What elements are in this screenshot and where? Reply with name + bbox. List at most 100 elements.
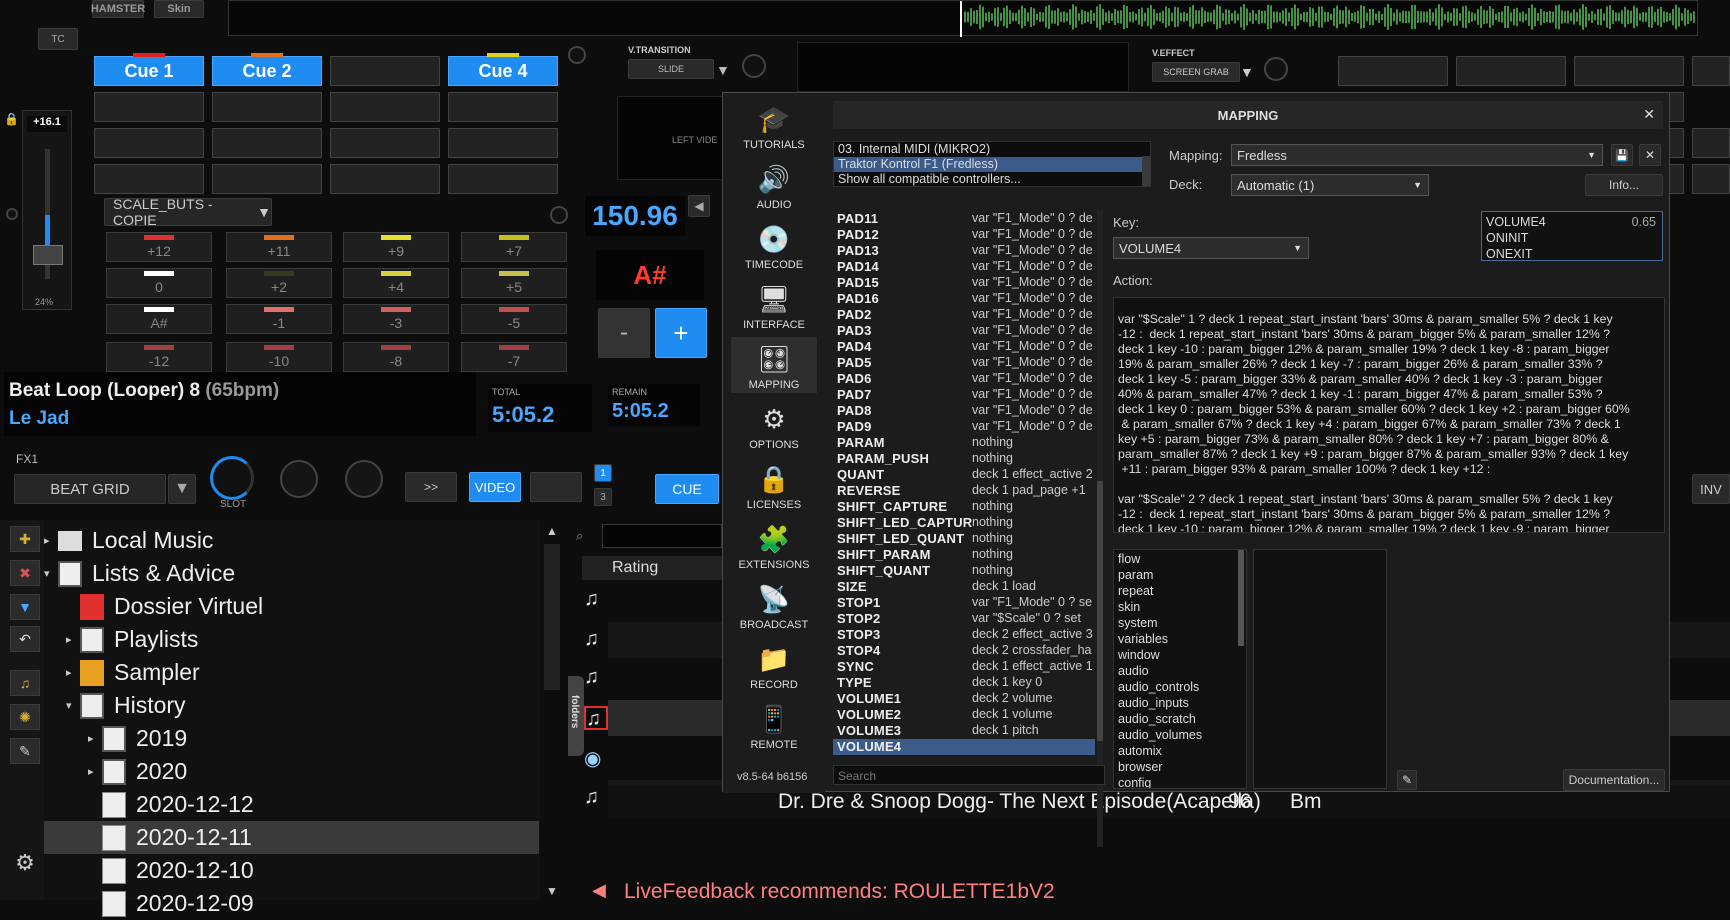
- tree-item[interactable]: Dossier Virtuel: [44, 590, 539, 623]
- key-row[interactable]: PAD5 var "F1_Mode" 0 ? de: [833, 355, 1095, 371]
- tree-item[interactable]: ▸ 2020: [44, 755, 539, 788]
- cue-1-button[interactable]: Cue 1: [94, 53, 204, 86]
- key-list-scroll-thumb[interactable]: [1097, 481, 1103, 741]
- action-editor[interactable]: var "$Scale" 1 ? deck 1 repeat_start_ins…: [1113, 297, 1665, 533]
- cue-knob[interactable]: [568, 46, 586, 64]
- key-pad-13[interactable]: -12: [106, 342, 212, 372]
- filter-folder-icon[interactable]: ▼: [10, 594, 40, 620]
- key-row[interactable]: QUANT deck 1 effect_active 2: [833, 467, 1095, 483]
- pad-3-1[interactable]: [94, 164, 204, 194]
- pad-2-1[interactable]: [94, 128, 204, 158]
- bpm-left-arrow[interactable]: ◀: [688, 195, 710, 217]
- key-row[interactable]: SHIFT_CAPTURE nothing: [833, 499, 1095, 515]
- device-scrollbar[interactable]: [1142, 156, 1150, 186]
- key-pad-7[interactable]: +4: [343, 268, 449, 298]
- category-scrollbar[interactable]: [1238, 550, 1244, 646]
- pad-3-3[interactable]: [330, 164, 440, 194]
- inv-button[interactable]: INV: [1692, 474, 1730, 504]
- info-button[interactable]: Info...: [1585, 174, 1663, 196]
- device-item[interactable]: 03. Internal MIDI (MIKRO2): [834, 142, 1150, 157]
- category-item[interactable]: repeat: [1114, 584, 1246, 600]
- tree-item[interactable]: ▸ 2019: [44, 722, 539, 755]
- lock-icon[interactable]: 🔒: [4, 112, 19, 126]
- tree-expand-icon[interactable]: ▸: [66, 666, 80, 679]
- key-pad-1[interactable]: +12: [106, 232, 212, 262]
- delete-icon[interactable]: ✕: [1639, 144, 1661, 166]
- key-row[interactable]: PAD13 var "F1_Mode" 0 ? de: [833, 243, 1095, 259]
- key-row[interactable]: PAD12 var "F1_Mode" 0 ? de: [833, 227, 1095, 243]
- dialog-close-icon[interactable]: ✕: [1643, 106, 1655, 123]
- search-icon[interactable]: ⌕: [576, 528, 583, 544]
- tree-expand-icon[interactable]: ▸: [88, 765, 102, 778]
- cue-4-button[interactable]: Cue 4: [448, 53, 558, 86]
- hamster-button[interactable]: HAMSTER: [91, 0, 145, 18]
- back-icon[interactable]: ↶: [10, 626, 40, 652]
- key-row[interactable]: PAD7 var "F1_Mode" 0 ? de: [833, 387, 1095, 403]
- pad-2-4[interactable]: [448, 128, 558, 158]
- nav-mapping[interactable]: 🎛 MAPPING: [731, 337, 817, 393]
- tc-button[interactable]: TC: [38, 28, 78, 50]
- fx-knob-3[interactable]: [345, 460, 383, 498]
- category-item[interactable]: audio_controls: [1114, 680, 1246, 696]
- key-row[interactable]: SIZE deck 1 load: [833, 579, 1095, 595]
- key-row[interactable]: PAD16 var "F1_Mode" 0 ? de: [833, 291, 1095, 307]
- pad-3-4[interactable]: [448, 164, 558, 194]
- settings-gear-icon[interactable]: ⚙: [10, 850, 40, 876]
- key-pad-12[interactable]: -5: [461, 304, 567, 334]
- key-pad-2[interactable]: +11: [226, 232, 332, 262]
- nav-licenses[interactable]: 🔒 LICENSES: [731, 457, 817, 513]
- key-pad-3[interactable]: +9: [343, 232, 449, 262]
- rating-header[interactable]: Rating: [612, 559, 658, 577]
- fx-select[interactable]: BEAT GRID: [14, 474, 166, 504]
- pad-2-2[interactable]: [212, 128, 322, 158]
- category-item[interactable]: audio_scratch: [1114, 712, 1246, 728]
- key-pad-4[interactable]: +7: [461, 232, 567, 262]
- vtransition-select[interactable]: SLIDE: [628, 59, 714, 79]
- key-row[interactable]: STOP4 deck 2 crossfader_ha: [833, 643, 1095, 659]
- nav-tutorials[interactable]: 🎓 TUTORIALS: [731, 97, 817, 153]
- num-1-button[interactable]: 1: [594, 464, 612, 482]
- tree-item[interactable]: ▸ Playlists: [44, 623, 539, 656]
- nav-interface[interactable]: 🖥 INTERFACE: [731, 277, 817, 333]
- category-item[interactable]: automix: [1114, 744, 1246, 760]
- key-row[interactable]: STOP1 var "F1_Mode" 0 ? se: [833, 595, 1095, 611]
- right-pad-d[interactable]: [1692, 164, 1730, 194]
- pitch-handle[interactable]: [33, 245, 63, 265]
- key-pad-14[interactable]: -10: [226, 342, 332, 372]
- category-item[interactable]: audio: [1114, 664, 1246, 680]
- pad-page-knob[interactable]: [550, 206, 568, 224]
- tree-expand-icon[interactable]: ▸: [66, 633, 80, 646]
- right-deck-pad-2[interactable]: [1456, 56, 1566, 86]
- tree-expand-icon[interactable]: ▾: [44, 567, 58, 580]
- pencil-icon[interactable]: ✎: [1397, 770, 1417, 790]
- mapping-select[interactable]: Fredless ▼: [1231, 144, 1603, 166]
- key-pad-6[interactable]: +2: [226, 268, 332, 298]
- music-file-icon[interactable]: ♫: [584, 706, 608, 730]
- key-row[interactable]: PAD2 var "F1_Mode" 0 ? de: [833, 307, 1095, 323]
- fx-dropdown-icon[interactable]: ▼: [168, 474, 196, 504]
- sampler-side-icon[interactable]: ✺: [10, 704, 40, 730]
- tree-expand-icon[interactable]: ▸: [44, 534, 58, 547]
- key-pad-15[interactable]: -8: [343, 342, 449, 372]
- tree-item[interactable]: ▸ Sampler: [44, 656, 539, 689]
- tree-scrollbar[interactable]: ▲ ▼: [540, 520, 564, 900]
- vtransition-dropdown-icon[interactable]: ▼: [716, 62, 730, 78]
- tree-item[interactable]: 2020-12-11: [44, 821, 539, 854]
- tree-item[interactable]: ▸ Local Music: [44, 524, 539, 557]
- nav-extensions[interactable]: 🧩 EXTENSIONS: [731, 517, 817, 573]
- nav-timecode[interactable]: 💿 TIMECODE: [731, 217, 817, 273]
- pitch-dot-left[interactable]: [6, 208, 18, 220]
- pad-3-2[interactable]: [212, 164, 322, 194]
- category-item[interactable]: variables: [1114, 632, 1246, 648]
- pad-1-4[interactable]: [448, 92, 558, 122]
- key-select[interactable]: VOLUME4 ▼: [1113, 237, 1309, 259]
- key-pad-9[interactable]: A#: [106, 304, 212, 334]
- key-row[interactable]: STOP3 deck 2 effect_active 3: [833, 627, 1095, 643]
- tree-scroll-down-icon[interactable]: ▼: [546, 884, 558, 898]
- key-plus-button[interactable]: +: [655, 308, 707, 358]
- key-row[interactable]: PAD4 var "F1_Mode" 0 ? de: [833, 339, 1095, 355]
- key-row[interactable]: STOP2 var "$Scale" 0 ? set: [833, 611, 1095, 627]
- veffect-dropdown-icon[interactable]: ▼: [1240, 64, 1254, 80]
- tree-item[interactable]: ▾ History: [44, 689, 539, 722]
- key-row[interactable]: REVERSE deck 1 pad_page +1: [833, 483, 1095, 499]
